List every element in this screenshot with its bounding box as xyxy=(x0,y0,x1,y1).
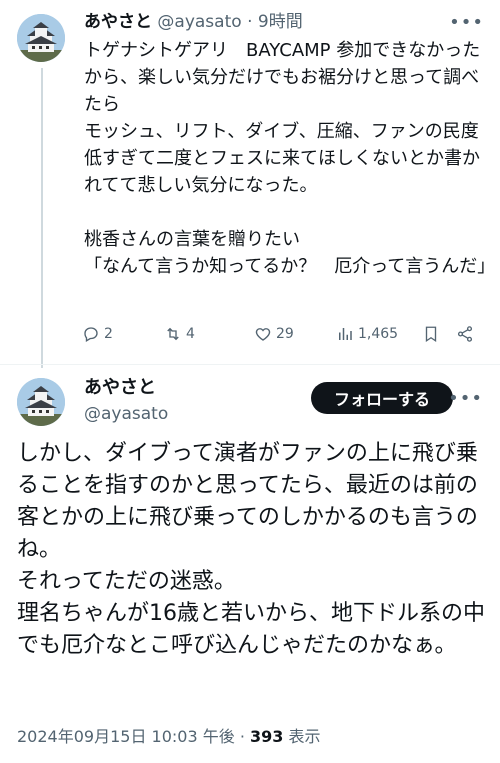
bookmark-icon xyxy=(425,326,437,343)
views-count: 1,465 xyxy=(358,326,399,342)
tweet-actions: 2 4 29 1,465 xyxy=(82,325,482,349)
analytics-icon xyxy=(339,328,352,340)
more-options-icon[interactable]: ••• xyxy=(448,388,483,409)
heart-icon xyxy=(255,328,271,341)
avatar[interactable] xyxy=(17,378,65,426)
tweet-meta: 2024年09月15日 10:03 午後 · 393 表示 xyxy=(17,725,321,749)
views-label: 表示 xyxy=(288,727,321,746)
tweet-header: あやさと @ayasato · 9時間 xyxy=(84,10,303,34)
display-name[interactable]: あやさと xyxy=(84,12,152,32)
share-button[interactable] xyxy=(456,325,478,343)
bookmark-button[interactable] xyxy=(422,325,444,343)
reply-count: 2 xyxy=(104,326,113,342)
tweet-timestamp[interactable]: 2024年09月15日 10:03 午後 xyxy=(17,727,235,746)
avatar[interactable] xyxy=(17,14,65,62)
tweet-text: トゲナシトゲアリ BAYCAMP 参加できなかったから、楽しい気分だけでもお裾分… xyxy=(84,40,496,277)
divider xyxy=(0,364,500,365)
more-options-icon[interactable]: ••• xyxy=(449,12,484,33)
tweet-time[interactable]: 9時間 xyxy=(258,12,303,32)
reply-button[interactable]: 2 xyxy=(82,325,113,343)
user-handle[interactable]: @ayasato xyxy=(157,12,241,32)
share-icon xyxy=(457,326,473,342)
thread-connector-line xyxy=(41,68,43,368)
tweet-text: しかし、ダイブって演者がファンの上に飛び乗ることを指すのかと思ってたら、最近のは… xyxy=(17,441,485,658)
follow-button[interactable]: フォローする xyxy=(311,382,453,414)
views-count: 393 xyxy=(250,727,284,746)
retweet-button[interactable]: 4 xyxy=(164,325,195,343)
like-button[interactable]: 29 xyxy=(254,325,294,343)
display-name[interactable]: あやさと xyxy=(84,376,156,400)
separator: · xyxy=(247,12,253,32)
views-button[interactable]: 1,465 xyxy=(336,325,398,343)
like-count: 29 xyxy=(276,326,294,342)
user-handle[interactable]: @ayasato xyxy=(84,402,168,426)
separator: · xyxy=(239,727,245,746)
castle-avatar-icon xyxy=(17,14,65,62)
reply-icon xyxy=(84,327,98,342)
retweet-count: 4 xyxy=(186,326,195,342)
castle-avatar-icon xyxy=(17,378,65,426)
retweet-icon xyxy=(167,327,179,341)
